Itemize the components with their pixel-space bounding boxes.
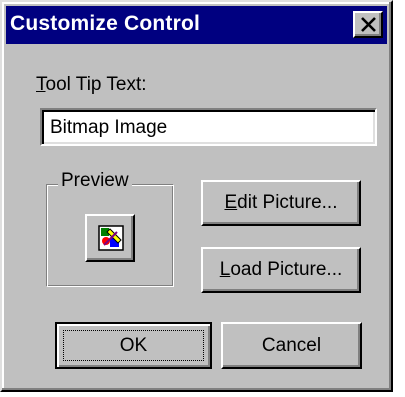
close-button[interactable] — [353, 11, 383, 38]
ok-button[interactable]: OK — [55, 322, 212, 369]
tooltip-text-label: Tool Tip Text: — [36, 74, 147, 95]
edit-picture-button[interactable]: Edit Picture... — [201, 180, 361, 226]
close-icon — [361, 17, 376, 32]
tooltip-text-value: Bitmap Image — [50, 117, 168, 138]
bitmap-picture-icon — [98, 225, 124, 251]
load-picture-button[interactable]: Load Picture... — [201, 247, 361, 293]
cancel-label: Cancel — [261, 335, 322, 356]
focus-rectangle — [63, 330, 204, 361]
window-title: Customize Control — [10, 12, 201, 35]
edit-picture-label: Edit Picture... — [224, 192, 338, 213]
cancel-button[interactable]: Cancel — [221, 322, 362, 369]
customize-control-dialog: Customize Control Tool Tip Text: Bitmap … — [0, 0, 393, 392]
tooltip-text-input[interactable]: Bitmap Image — [40, 108, 377, 146]
load-picture-label: Load Picture... — [219, 259, 343, 280]
preview-image-button[interactable] — [85, 214, 135, 262]
preview-group-legend: Preview — [58, 170, 132, 192]
title-bar[interactable]: Customize Control — [6, 6, 387, 44]
